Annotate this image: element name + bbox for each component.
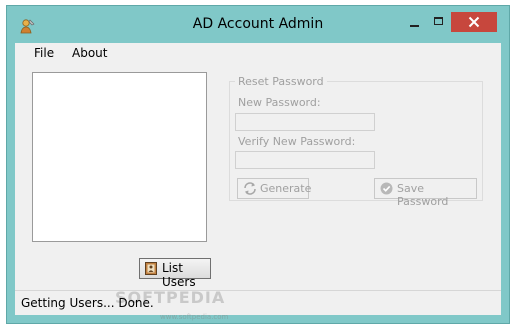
status-text: Getting Users... Done. <box>21 296 154 310</box>
users-listbox[interactable] <box>32 72 207 242</box>
users-list-icon <box>145 262 157 275</box>
minimize-icon <box>410 25 419 27</box>
menu-file[interactable]: File <box>34 46 54 60</box>
list-users-label: List Users <box>162 261 196 289</box>
app-window: AD Account Admin File About List Users R… <box>6 5 510 324</box>
save-password-button[interactable]: Save Password <box>374 178 477 208</box>
status-bar: Getting Users... Done. <box>15 290 501 315</box>
verify-password-field[interactable] <box>235 151 375 169</box>
reset-password-title: Reset Password <box>235 75 327 88</box>
new-password-field[interactable] <box>235 113 375 131</box>
close-icon <box>468 16 480 28</box>
title-bar[interactable]: AD Account Admin <box>7 6 509 43</box>
close-button[interactable] <box>451 12 497 32</box>
checkmark-icon <box>380 182 393 198</box>
maximize-icon <box>434 17 443 25</box>
save-password-label: Save Password <box>397 182 449 208</box>
maximize-button[interactable] <box>426 12 452 32</box>
minimize-button[interactable] <box>401 12 427 32</box>
generate-label: Generate <box>260 182 312 195</box>
menu-bar: File About <box>15 43 501 65</box>
list-users-button[interactable]: List Users <box>139 258 211 289</box>
menu-about[interactable]: About <box>72 46 107 60</box>
new-password-label: New Password: <box>238 96 321 109</box>
generate-button[interactable]: Generate <box>237 178 312 199</box>
verify-password-label: Verify New Password: <box>238 135 356 148</box>
client-area: File About List Users Reset Password New… <box>15 43 501 321</box>
refresh-icon <box>243 182 257 198</box>
